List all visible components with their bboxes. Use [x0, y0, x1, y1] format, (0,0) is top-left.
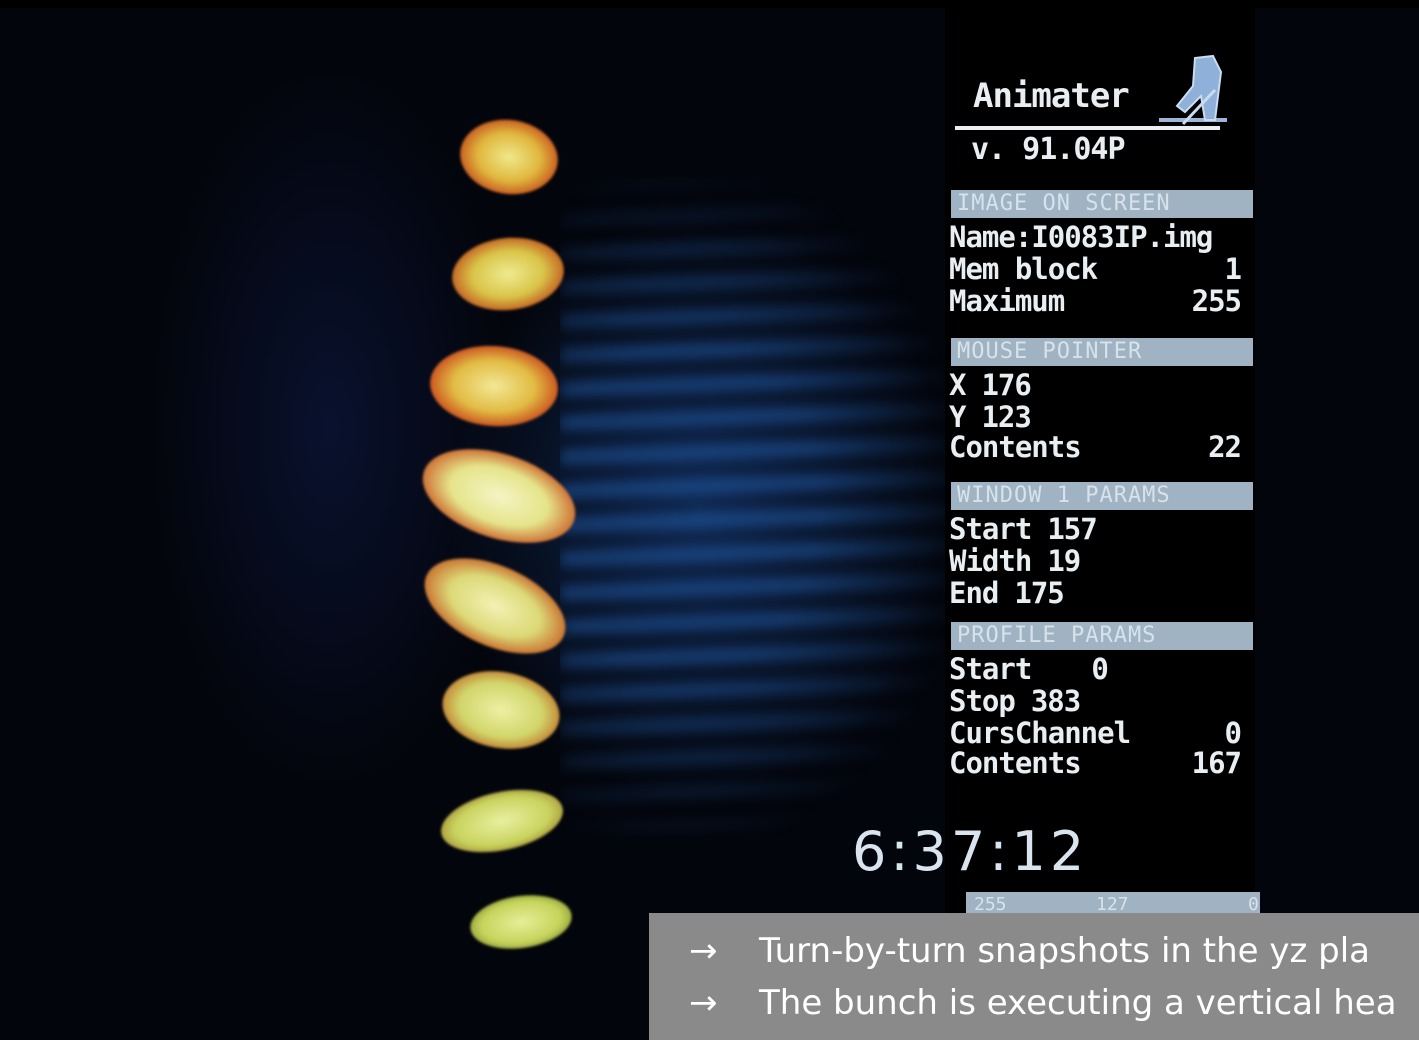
- crt-display: Animater v. 91.04P IMAGE ON SCREEN Name:…: [0, 8, 1419, 1040]
- row-label: X: [949, 368, 966, 402]
- row-value: 175: [1014, 576, 1064, 610]
- row-name: Name:I0083IP.img: [949, 222, 1249, 252]
- row-label: Contents: [949, 430, 1082, 464]
- bunch-snapshot-8: [466, 889, 576, 955]
- row-label: Contents: [949, 746, 1082, 780]
- row-start: Start 157: [949, 514, 1249, 544]
- caption-text: The bunch is executing a vertical hea: [759, 983, 1397, 1023]
- row-label: Width: [949, 544, 1032, 578]
- row-label: Mem block: [949, 252, 1098, 286]
- row-value: 383: [1030, 684, 1081, 718]
- row-value: 255: [1191, 284, 1242, 318]
- bunch-snapshot-3: [427, 341, 561, 431]
- row-value: 0: [1091, 652, 1108, 686]
- row-value: I0083IP.img: [1031, 220, 1213, 254]
- row-value: 157: [1047, 512, 1097, 546]
- row-value: 176: [981, 368, 1031, 402]
- row-label: Stop: [949, 684, 1016, 718]
- caption-box: → Turn-by-turn snapshots in the yz pla → T…: [649, 913, 1419, 1040]
- row-mem-block: Mem block 1: [949, 254, 1249, 284]
- section-header-image: IMAGE ON SCREEN: [951, 190, 1253, 218]
- bunch-snapshot-1: [455, 113, 563, 201]
- caption-text: Turn-by-turn snapshots in the yz pla: [759, 931, 1370, 971]
- row-label: Y: [949, 400, 966, 434]
- row-label: Maximum: [949, 284, 1065, 318]
- section-header-mouse: MOUSE POINTER: [951, 338, 1253, 366]
- row-curs-channel: CursChannel 0: [949, 718, 1249, 748]
- section-header-profile: PROFILE PARAMS: [951, 622, 1253, 650]
- row-x: X 176: [949, 370, 1249, 400]
- arrow-right-icon: →: [689, 931, 718, 971]
- caption-line-1: → Turn-by-turn snapshots in the yz pla: [689, 931, 1370, 971]
- row-value: 22: [1208, 430, 1242, 464]
- app-version: v. 91.04P: [971, 132, 1126, 167]
- section-header-window: WINDOW 1 PARAMS: [951, 482, 1253, 510]
- interference-fringes: [560, 178, 960, 838]
- row-label: Start: [949, 512, 1032, 546]
- skier-icon: [1159, 54, 1227, 126]
- row-value: 167: [1191, 746, 1242, 780]
- row-label: Start: [949, 652, 1032, 686]
- row-value: 123: [981, 400, 1031, 434]
- row-profile-contents: Contents 167: [949, 748, 1249, 778]
- row-label: End: [949, 576, 999, 610]
- row-contents: Contents 22: [949, 432, 1249, 462]
- info-panel: Animater v. 91.04P IMAGE ON SCREEN Name:…: [945, 8, 1255, 1040]
- arrow-right-icon: →: [689, 983, 718, 1023]
- row-value: 0: [1224, 716, 1242, 750]
- clock-readout: 6:37:12: [852, 820, 1089, 883]
- bunch-snapshot-5: [410, 538, 580, 674]
- row-y: Y 123: [949, 402, 1249, 432]
- row-value: 19: [1047, 544, 1081, 578]
- bunch-snapshot-7: [435, 779, 569, 863]
- title-divider: [955, 126, 1220, 130]
- row-value: 1: [1224, 252, 1242, 286]
- row-maximum: Maximum 255: [949, 286, 1249, 316]
- caption-line-2: → The bunch is executing a vertical hea: [689, 983, 1397, 1023]
- bunch-snapshot-2: [448, 232, 568, 316]
- app-title: Animater: [973, 76, 1130, 116]
- row-profile-stop: Stop 383: [949, 686, 1249, 716]
- bunch-snapshot-6: [436, 662, 566, 758]
- row-width: Width 19: [949, 546, 1249, 576]
- row-label: CursChannel: [949, 716, 1131, 750]
- row-label: Name:: [949, 220, 1032, 254]
- row-profile-start: Start 0: [949, 654, 1249, 684]
- row-end: End 175: [949, 578, 1249, 608]
